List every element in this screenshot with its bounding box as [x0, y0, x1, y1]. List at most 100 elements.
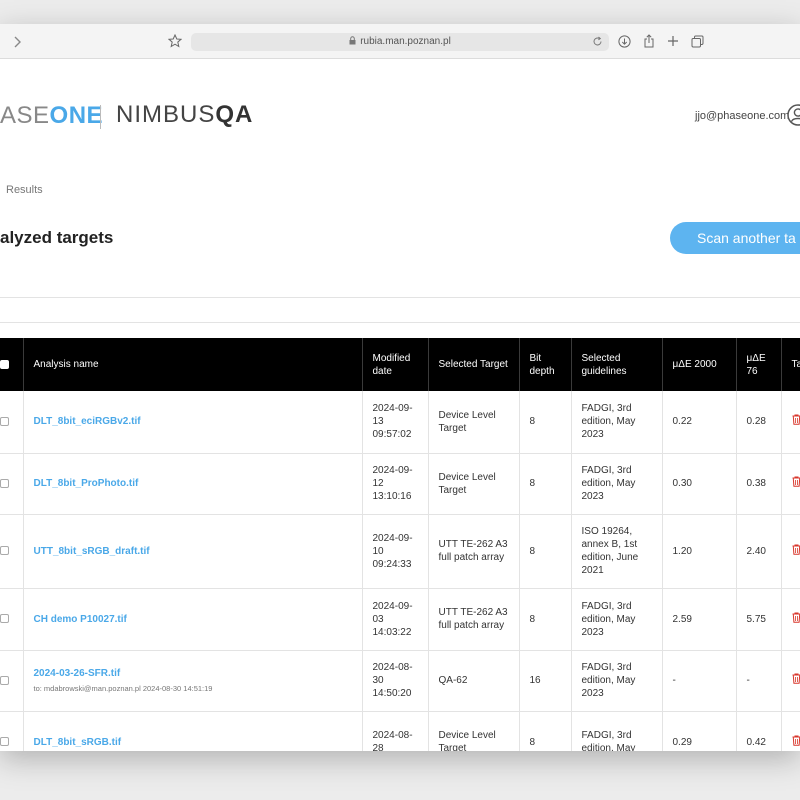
- user-email[interactable]: jjo@phaseone.com: [695, 110, 789, 122]
- analysis-name-cell[interactable]: DLT_8bit_ProPhoto.tif: [23, 453, 363, 515]
- scan-another-target-button[interactable]: Scan another ta: [670, 222, 800, 254]
- trash-icon[interactable]: [792, 673, 800, 688]
- analysis-name-cell[interactable]: UTT_8bit_sRGB_draft.tif: [23, 514, 363, 589]
- guidelines-cell: FADGI, 3rd edition, May 2023: [571, 588, 663, 651]
- table-row[interactable]: DLT_8bit_ProPhoto.tif 2024-09-12 13:10:16…: [0, 453, 800, 515]
- analysis-name-link[interactable]: UTT_8bit_sRGB_draft.tif: [34, 546, 150, 557]
- guidelines-cell: ISO 19264, annex B, 1st edition, June 20…: [571, 514, 663, 589]
- browser-window: rubia.man.poznan.pl ASEONE NIMBUSQA jjo@…: [0, 24, 800, 751]
- table-row[interactable]: DLT_8bit_eciRGBv2.tif 2024-09-13 09:57:02…: [0, 391, 800, 454]
- de76-cell: 0.28: [736, 391, 782, 454]
- row-select[interactable]: [0, 711, 24, 751]
- modified-date-cell: 2024-09-03 14:03:22: [362, 588, 429, 651]
- modified-date-cell: 2024-08-30 14:50:20: [362, 650, 429, 712]
- de2000-cell: 1.20: [662, 514, 737, 589]
- new-tab-icon[interactable]: [667, 35, 679, 47]
- bit-depth-cell: 8: [519, 588, 572, 651]
- header-bit-depth[interactable]: Bit depth: [519, 338, 572, 391]
- lock-icon: [349, 34, 356, 52]
- phaseone-logo-text: ASE: [0, 102, 50, 129]
- url-text: rubia.man.poznan.pl: [360, 36, 451, 47]
- tab-overview-icon[interactable]: [691, 35, 704, 48]
- analysis-name-link[interactable]: DLT_8bit_sRGB.tif: [34, 737, 122, 748]
- phaseone-logo-bold: ON: [49, 102, 87, 129]
- trash-icon[interactable]: [792, 476, 800, 491]
- header-selected-target[interactable]: Selected Target: [428, 338, 520, 391]
- nimbus-logo-text: NIMBUS: [116, 101, 216, 128]
- trash-icon[interactable]: [792, 414, 800, 429]
- filter-bar: [0, 297, 800, 323]
- qa-logo-text: QA: [215, 101, 254, 128]
- select-all-checkbox[interactable]: [0, 359, 9, 369]
- analysis-name-link[interactable]: CH demo P10027.tif: [34, 614, 127, 625]
- de2000-cell: 0.22: [662, 391, 737, 454]
- guidelines-cell: FADGI, 3rd edition, May 2023: [571, 650, 663, 712]
- bit-depth-cell: 8: [519, 711, 572, 751]
- download-icon[interactable]: [618, 35, 631, 48]
- row-checkbox[interactable]: [0, 478, 9, 488]
- actions-cell: [781, 391, 800, 454]
- analysis-name-link[interactable]: DLT_8bit_ProPhoto.tif: [34, 478, 139, 489]
- trash-icon[interactable]: [792, 735, 800, 750]
- table-row[interactable]: DLT_8bit_sRGB.tif 2024-08-28 Device Level …: [0, 711, 800, 751]
- row-select[interactable]: [0, 391, 24, 454]
- header-modified-date[interactable]: Modified date: [362, 338, 429, 391]
- table-row[interactable]: CH demo P10027.tif 2024-09-03 14:03:22 UTT…: [0, 588, 800, 651]
- modified-date-cell: 2024-09-13 09:57:02: [362, 391, 429, 454]
- row-checkbox[interactable]: [0, 614, 9, 624]
- actions-cell: [781, 588, 800, 651]
- analysis-name-cell[interactable]: DLT_8bit_eciRGBv2.tif: [23, 391, 363, 454]
- address-bar[interactable]: rubia.man.poznan.pl: [191, 33, 609, 51]
- row-checkbox[interactable]: [0, 737, 9, 747]
- row-checkbox[interactable]: [0, 417, 9, 427]
- de76-cell: 2.40: [736, 514, 782, 589]
- trash-icon[interactable]: [792, 612, 800, 627]
- modified-date-cell: 2024-09-12 13:10:16: [362, 453, 429, 515]
- reload-icon[interactable]: [592, 36, 603, 54]
- header-analysis-name[interactable]: Analysis name: [23, 338, 363, 391]
- header-select-all[interactable]: [0, 338, 24, 391]
- actions-cell: [781, 514, 800, 589]
- actions-cell: [781, 650, 800, 712]
- analysis-name-cell[interactable]: CH demo P10027.tif: [23, 588, 363, 651]
- table-row[interactable]: UTT_8bit_sRGB_draft.tif 2024-09-10 09:24:…: [0, 514, 800, 589]
- de2000-cell: 0.29: [662, 711, 737, 751]
- bit-depth-cell: 8: [519, 453, 572, 515]
- analysis-name-link[interactable]: 2024-03-26-SFR.tif: [34, 668, 121, 679]
- bit-depth-cell: 8: [519, 391, 572, 454]
- bookmark-star-icon[interactable]: [168, 34, 182, 48]
- table-header-row: Analysis name Modified date Selected Tar…: [0, 338, 800, 391]
- de76-cell: 5.75: [736, 588, 782, 651]
- de2000-cell: -: [662, 650, 737, 712]
- header-de76[interactable]: μΔE 76: [736, 338, 782, 391]
- header-de2000[interactable]: μΔE 2000: [662, 338, 737, 391]
- user-avatar-icon[interactable]: [787, 104, 800, 131]
- table-row[interactable]: 2024-03-26-SFR.tif to: mdabrowski@man.poz…: [0, 650, 800, 712]
- selected-target-cell: Device Level Target: [428, 391, 520, 454]
- analysis-name-link[interactable]: DLT_8bit_eciRGBv2.tif: [34, 416, 141, 427]
- row-select[interactable]: [0, 514, 24, 589]
- modified-date-cell: 2024-09-10 09:24:33: [362, 514, 429, 589]
- header-selected-guidelines[interactable]: Selected guidelines: [571, 338, 663, 391]
- row-select[interactable]: [0, 650, 24, 712]
- breadcrumb[interactable]: Results: [6, 184, 43, 196]
- de76-cell: 0.42: [736, 711, 782, 751]
- selected-target-cell: Device Level Target: [428, 711, 520, 751]
- analysis-name-cell[interactable]: 2024-03-26-SFR.tif to: mdabrowski@man.poz…: [23, 650, 363, 712]
- row-select[interactable]: [0, 588, 24, 651]
- de2000-cell: 0.30: [662, 453, 737, 515]
- row-checkbox[interactable]: [0, 675, 9, 685]
- de76-cell: 0.38: [736, 453, 782, 515]
- row-checkbox[interactable]: [0, 546, 9, 556]
- logo-divider: [100, 105, 101, 129]
- guidelines-cell: FADGI, 3rd edition, May 2023: [571, 391, 663, 454]
- analysis-name-cell[interactable]: DLT_8bit_sRGB.tif: [23, 711, 363, 751]
- nimbusqa-logo[interactable]: NIMBUSQA: [116, 103, 253, 127]
- phaseone-logo[interactable]: ASEONE: [0, 102, 103, 130]
- row-select[interactable]: [0, 453, 24, 515]
- forward-icon[interactable]: [12, 35, 22, 49]
- selected-target-cell: QA-62: [428, 650, 520, 712]
- trash-icon[interactable]: [792, 544, 800, 559]
- header-tags[interactable]: Ta: [781, 338, 800, 391]
- share-icon[interactable]: [643, 34, 655, 48]
